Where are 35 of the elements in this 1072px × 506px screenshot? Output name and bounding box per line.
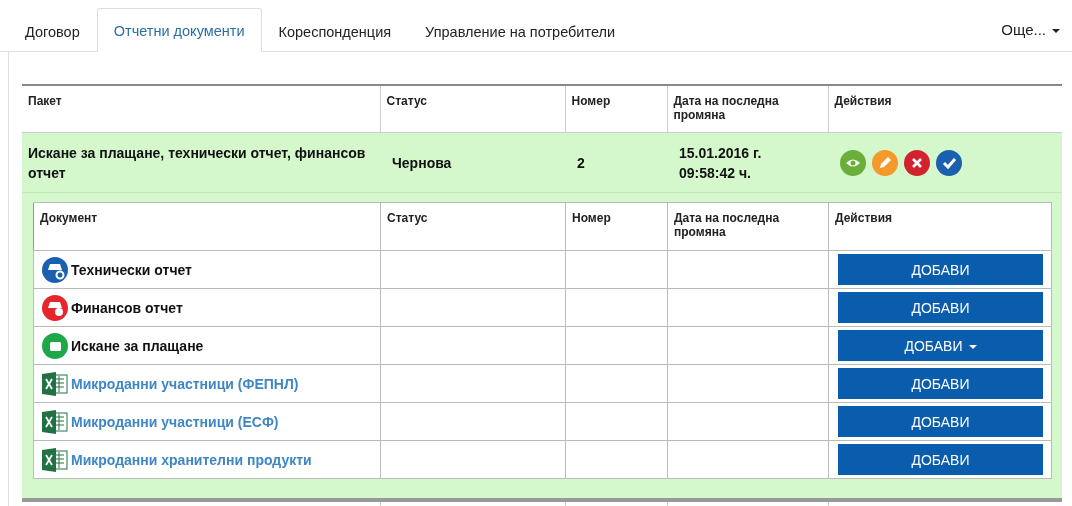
add-button[interactable]: ДОБАВИ <box>838 444 1043 475</box>
column-header: Действия <box>828 85 1062 133</box>
column-header: Дата на последна промяна <box>667 85 828 133</box>
confirm-icon[interactable] <box>936 149 962 176</box>
document-name: Технически отчет <box>71 261 192 278</box>
add-button[interactable]: ДОБАВИ <box>838 368 1043 399</box>
column-header: Пакет <box>22 85 380 133</box>
tab[interactable]: Договор <box>8 9 97 52</box>
column-header: Документ <box>33 202 381 251</box>
spreadsheet-icon <box>42 447 68 472</box>
coin-icon <box>42 294 68 321</box>
tab[interactable]: Управление на потребители <box>408 9 633 52</box>
column-header: Статус <box>380 85 565 133</box>
add-button[interactable]: ДОБАВИ <box>838 254 1043 285</box>
column-header: Статус <box>380 202 566 251</box>
tab[interactable]: Отчетни документи <box>96 8 262 52</box>
table-cell: 2 <box>565 132 667 193</box>
table-cell: 15.01.2016 г. 09:58:42 ч. <box>667 132 828 193</box>
tab[interactable]: Кореспонденция <box>261 9 409 52</box>
column-header: Дата на последна промяна <box>667 202 829 251</box>
more-menu[interactable]: Още... <box>989 21 1072 51</box>
column-header: Действия <box>828 202 1052 251</box>
spreadsheet-icon <box>42 409 68 434</box>
document-name: Искане за плащане <box>71 337 204 354</box>
column-header: Номер <box>565 202 668 251</box>
view-icon[interactable] <box>840 149 866 176</box>
add-button[interactable]: ДОБАВИ <box>838 330 1043 361</box>
document-name: Финансов отчет <box>71 299 183 316</box>
table-cell: Чернова <box>380 132 565 193</box>
add-button[interactable]: ДОБАВИ <box>838 406 1043 437</box>
table-cell: Искане за плащане, технически отчет, финансов отчет <box>22 132 380 193</box>
add-button[interactable]: ДОБАВИ <box>838 292 1043 323</box>
delete-icon[interactable] <box>904 149 930 176</box>
spreadsheet-icon <box>42 371 68 396</box>
column-header: Номер <box>565 85 667 133</box>
